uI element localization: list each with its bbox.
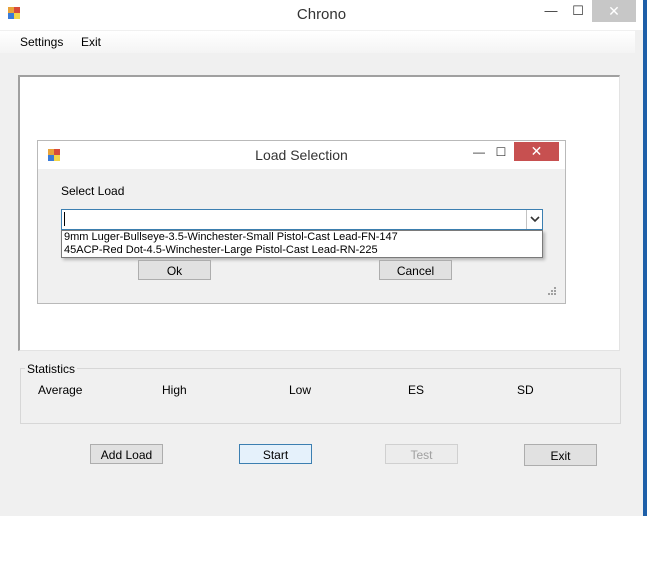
dropdown-option[interactable]: 45ACP-Red Dot-4.5-Winchester-Large Pisto…	[64, 244, 378, 256]
load-combo-input[interactable]	[64, 211, 525, 228]
dropdown-option[interactable]: 9mm Luger-Bullseye-3.5-Winchester-Small …	[64, 231, 398, 243]
exit-button[interactable]: Exit	[524, 444, 597, 466]
close-button[interactable]: ✕	[592, 0, 636, 22]
chevron-down-icon[interactable]	[526, 210, 543, 229]
start-button[interactable]: Start	[239, 444, 312, 464]
cancel-button[interactable]: Cancel	[379, 260, 452, 280]
stat-label-average: Average	[38, 383, 83, 397]
statistics-legend: Statistics	[25, 362, 78, 376]
ok-button[interactable]: Ok	[138, 260, 211, 280]
menu-item-settings[interactable]: Settings	[20, 35, 63, 49]
stat-label-high: High	[162, 383, 187, 397]
minimize-button[interactable]: —	[540, 0, 562, 22]
dialog-maximize-button[interactable]: ☐	[490, 143, 512, 161]
test-button: Test	[385, 444, 458, 464]
maximize-button[interactable]: ☐	[567, 0, 589, 22]
resize-grip-icon[interactable]	[547, 286, 557, 296]
load-combobox[interactable]	[61, 209, 543, 230]
stat-label-es: ES	[408, 383, 425, 397]
dialog-close-button[interactable]: ✕	[514, 142, 559, 161]
add-load-button[interactable]: Add Load	[90, 444, 163, 464]
desktop-edge	[643, 0, 647, 516]
menu-item-exit[interactable]: Exit	[81, 35, 101, 49]
dialog-minimize-button[interactable]: —	[468, 143, 490, 161]
select-load-label: Select Load	[61, 184, 125, 198]
stat-label-sd: SD	[517, 383, 534, 397]
text-caret	[64, 212, 65, 226]
stat-label-low: Low	[289, 383, 312, 397]
